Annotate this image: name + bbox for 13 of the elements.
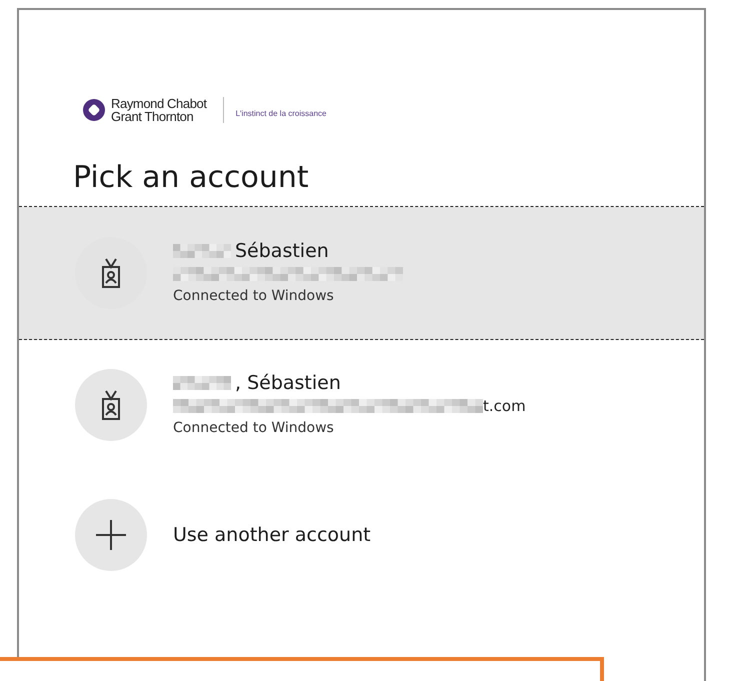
- account-item[interactable]: , Sébastien t.com Connected to Windows: [19, 340, 704, 470]
- account-email: t.com: [483, 396, 526, 414]
- account-name: , Sébastien: [235, 370, 341, 394]
- add-account-label: Use another account: [173, 524, 371, 546]
- tagline: L'instinct de la croissance: [236, 108, 326, 118]
- account-name: Sébastien: [235, 239, 329, 263]
- dialog-title: Pick an account: [73, 159, 309, 197]
- company-name: Raymond Chabot Grant Thornton: [111, 97, 207, 123]
- account-item[interactable]: Sébastien Connected to Windows: [19, 207, 704, 340]
- account-item[interactable]: Use another account: [19, 470, 704, 600]
- account-status: Connected to Windows: [173, 287, 335, 306]
- account-status: Connected to Windows: [173, 418, 335, 438]
- logo-icon: [83, 99, 105, 121]
